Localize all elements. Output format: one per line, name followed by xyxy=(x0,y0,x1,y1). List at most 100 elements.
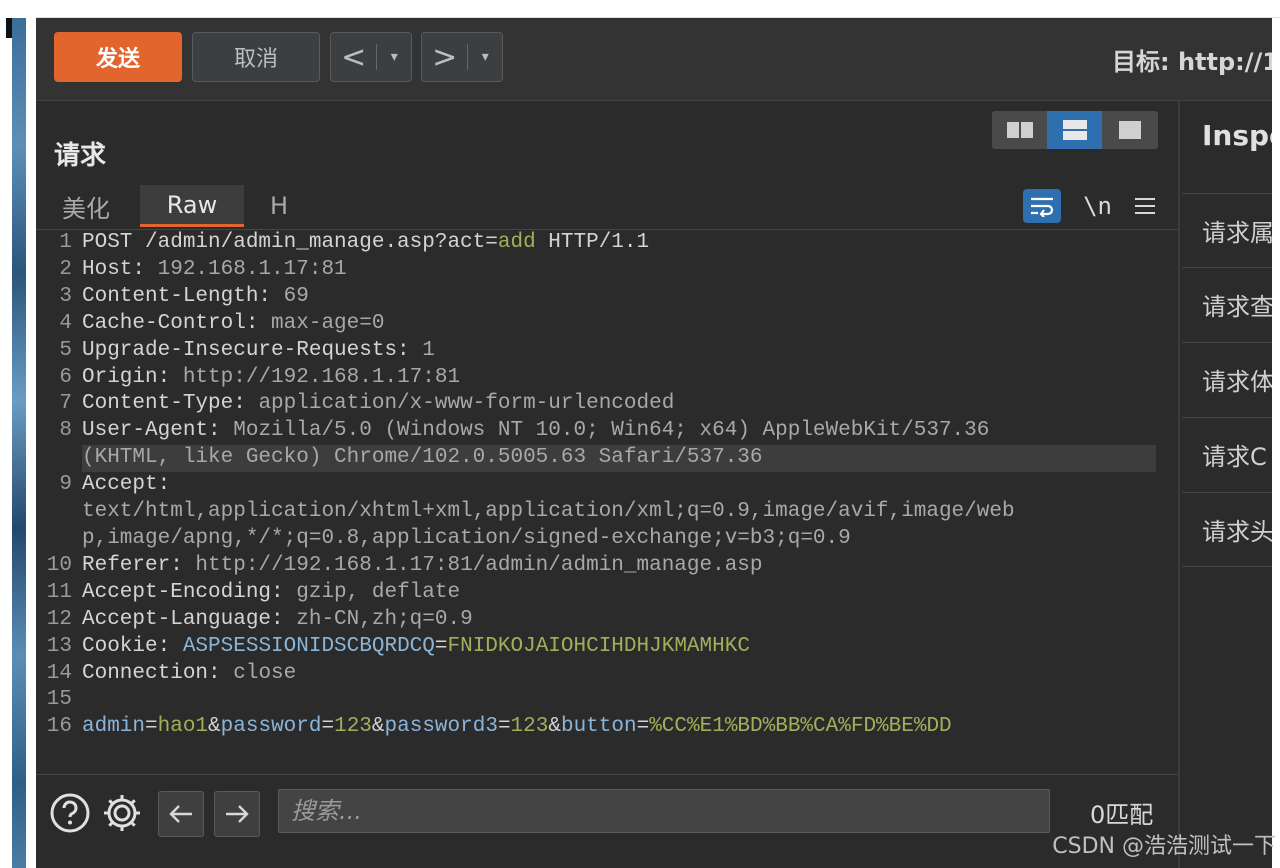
inspector-item-headers[interactable]: 请求头 xyxy=(1182,492,1272,567)
forward-button[interactable]: > ▾ xyxy=(421,32,503,82)
code-text: Origin: http://192.168.1.17:81 xyxy=(82,365,460,392)
line-number: 8 xyxy=(59,419,72,443)
line-number: 10 xyxy=(46,553,72,577)
inspector-title: Inspe xyxy=(1202,119,1272,152)
code-token: max-age=0 xyxy=(271,311,385,335)
match-count: 0匹配 xyxy=(1090,801,1154,829)
code-line[interactable]: 12 Accept-Language: zh-CN,zh;q=0.9 xyxy=(36,607,1178,634)
code-token: Connection: xyxy=(82,661,234,685)
code-line[interactable]: text/html,application/xhtml+xml,applicat… xyxy=(36,499,1178,526)
code-text: text/html,application/xhtml+xml,applicat… xyxy=(82,499,1015,526)
code-text: Host: 192.168.1.17:81 xyxy=(82,257,347,284)
tab-pretty[interactable]: 美化 xyxy=(62,185,110,227)
code-token: password3 xyxy=(384,715,498,739)
menu-icon[interactable] xyxy=(1134,196,1156,216)
line-number: 14 xyxy=(46,661,72,685)
code-line[interactable]: 8 User-Agent: Mozilla/5.0 (Windows NT 10.… xyxy=(36,418,1178,445)
wrap-icon xyxy=(1031,197,1054,217)
chevron-down-icon[interactable]: ▾ xyxy=(377,49,411,65)
code-line[interactable]: p,image/apng,*/*;q=0.8,application/signe… xyxy=(36,526,1178,553)
code-token: http://192.168.1.17:81/admin/admin_manag… xyxy=(195,553,763,577)
code-token: %CC%E1%BD%BB%CA%FD%BE%DD xyxy=(649,715,952,739)
code-token: = xyxy=(434,634,448,658)
inspector-item-attributes[interactable]: 请求属 xyxy=(1182,193,1272,267)
columns-icon xyxy=(1006,122,1033,138)
code-token: Accept-Language: xyxy=(82,607,297,631)
code-token: Cookie: xyxy=(82,634,183,658)
code-text: Accept: xyxy=(82,472,183,499)
previous-match-button[interactable] xyxy=(158,791,204,837)
inspector-item-body[interactable]: 请求体 xyxy=(1182,342,1272,416)
layout-single-button[interactable] xyxy=(1102,111,1157,149)
line-number: 9 xyxy=(59,473,72,497)
code-token: = xyxy=(145,715,158,739)
help-icon xyxy=(50,793,90,833)
search-input[interactable] xyxy=(278,789,1050,833)
code-line[interactable]: 16 admin=hao1&password=123&password3=123&… xyxy=(36,714,1178,741)
code-line[interactable]: 7 Content-Type: application/x-www-form-ur… xyxy=(36,391,1178,418)
search-bar: 0匹配 xyxy=(36,774,1178,868)
square-icon xyxy=(1118,121,1141,139)
code-line[interactable]: 14 Connection: close xyxy=(36,661,1178,688)
desktop-background-strip xyxy=(0,0,36,868)
code-text: Accept-Encoding: gzip, deflate xyxy=(82,580,460,607)
window-top-edge xyxy=(36,0,1280,18)
code-line[interactable]: 6 Origin: http://192.168.1.17:81 xyxy=(36,365,1178,392)
code-line[interactable]: 2 Host: 192.168.1.17:81 xyxy=(36,257,1178,284)
code-line[interactable]: 15 xyxy=(36,687,1178,714)
code-token: gzip, deflate xyxy=(296,580,461,604)
tab-raw[interactable]: Raw xyxy=(140,185,244,227)
code-line[interactable]: 9 Accept: xyxy=(36,472,1178,499)
code-line[interactable]: 10 Referer: http://192.168.1.17:81/admin/… xyxy=(36,553,1178,580)
code-text: Content-Type: application/x-www-form-url… xyxy=(82,391,674,418)
line-number: 11 xyxy=(46,580,72,604)
watermark: CSDN @浩浩测试一下 xyxy=(1052,834,1276,859)
code-token: Content-Length: xyxy=(82,284,284,308)
back-button[interactable]: < ▾ xyxy=(330,32,412,82)
code-token: = xyxy=(321,715,335,739)
raw-request-editor[interactable]: 1 POST /admin/admin_manage.asp?act=add HT… xyxy=(36,229,1178,775)
request-panel: 请求 美化 Raw H \n 1 POST /admin/admin_manag… xyxy=(36,101,1178,868)
show-newlines-button[interactable]: \n xyxy=(1083,192,1112,220)
line-number: 5 xyxy=(59,338,72,362)
code-token: & xyxy=(548,715,561,739)
code-text: Accept-Language: zh-CN,zh;q=0.9 xyxy=(82,607,473,634)
inspector-item-query[interactable]: 请求查 xyxy=(1182,267,1272,341)
send-button[interactable]: 发送 xyxy=(54,32,182,82)
layout-side-by-side-button[interactable] xyxy=(992,111,1047,149)
code-token: 192.168.1.17:81 xyxy=(157,257,347,281)
next-match-button[interactable] xyxy=(214,791,260,837)
code-token: hao1 xyxy=(157,715,209,739)
code-token: FNIDKOJAIOHCIHDHJKMAMHKC xyxy=(447,634,750,658)
panel-divider[interactable] xyxy=(1178,101,1180,868)
code-token: p,image/apng,*/*;q=0.8,application/signe… xyxy=(82,526,851,550)
code-line[interactable]: 13 Cookie: ASPSESSIONIDSCBQRDCQ=FNIDKOJAI… xyxy=(36,634,1178,661)
cancel-button[interactable]: 取消 xyxy=(192,32,320,82)
code-line[interactable]: 3 Content-Length: 69 xyxy=(36,284,1178,311)
inspector-item-cookies[interactable]: 请求C xyxy=(1182,417,1272,491)
layout-stacked-button[interactable] xyxy=(1047,111,1102,149)
code-token: 123 xyxy=(510,715,549,739)
tab-hex[interactable]: H xyxy=(270,185,288,227)
panel-title: 请求 xyxy=(54,141,107,171)
code-line[interactable]: 1 POST /admin/admin_manage.asp?act=add HT… xyxy=(36,230,1178,257)
settings-button[interactable] xyxy=(100,791,144,835)
target-label[interactable]: 目标: http://1 xyxy=(1112,42,1272,77)
code-line[interactable]: 5 Upgrade-Insecure-Requests: 1 xyxy=(36,338,1178,365)
word-wrap-button[interactable] xyxy=(1023,189,1062,223)
code-token: User-Agent: xyxy=(82,419,234,443)
code-token: password xyxy=(220,715,322,739)
line-number: 3 xyxy=(59,284,72,308)
code-line[interactable]: 4 Cache-Control: max-age=0 xyxy=(36,311,1178,338)
rows-icon xyxy=(1062,120,1087,140)
code-line[interactable]: 11 Accept-Encoding: gzip, deflate xyxy=(36,580,1178,607)
code-text: User-Agent: Mozilla/5.0 (Windows NT 10.0… xyxy=(82,418,989,445)
code-token: 1 xyxy=(422,338,435,362)
code-token: Content-Type: xyxy=(82,392,259,416)
code-token: close xyxy=(233,661,297,685)
chevron-right-icon: > xyxy=(432,39,458,75)
chevron-down-icon[interactable]: ▾ xyxy=(468,49,502,65)
code-line[interactable]: (KHTML, like Gecko) Chrome/102.0.5005.63… xyxy=(36,445,1178,473)
help-button[interactable] xyxy=(48,791,92,835)
code-token: Mozilla/5.0 (Windows NT 10.0; Win64; x64… xyxy=(233,419,990,443)
